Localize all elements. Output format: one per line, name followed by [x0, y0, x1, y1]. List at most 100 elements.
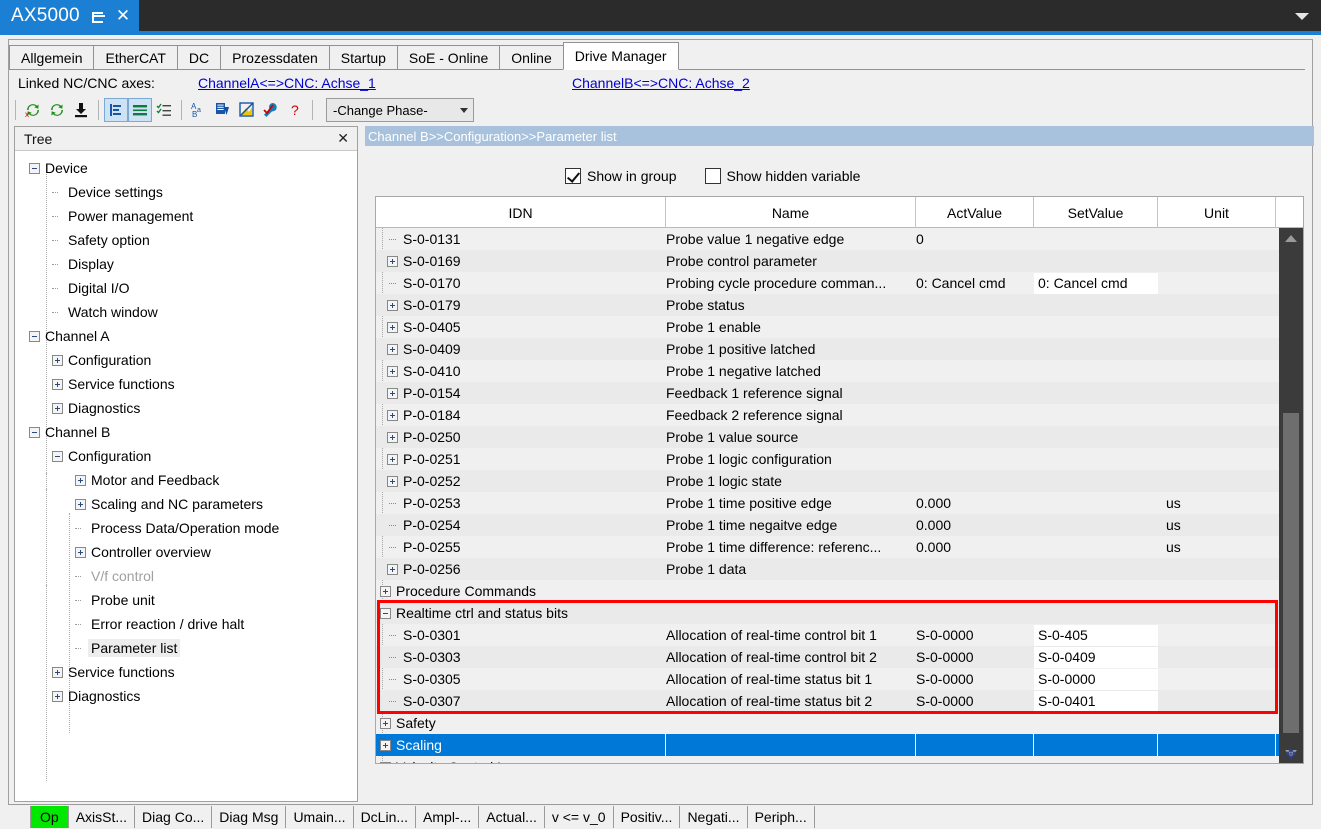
pin-icon[interactable] [90, 8, 106, 24]
tree-toggle-expand-icon[interactable] [52, 354, 63, 366]
row-toggle-expand-icon[interactable] [387, 563, 398, 575]
table-row[interactable]: Procedure Commands [376, 580, 1303, 602]
resize-grip-icon[interactable]: ✥ [1283, 746, 1299, 762]
table-row[interactable]: P-0-0154 Feedback 1 reference signal [376, 382, 1303, 404]
tree-toggle-expand-icon[interactable] [52, 666, 63, 678]
refresh-green-icon[interactable] [45, 98, 69, 122]
row-toggle-expand-icon[interactable] [380, 585, 391, 597]
tree-item-configuration[interactable]: Configuration [15, 348, 357, 372]
table-row[interactable]: P-0-0253 Probe 1 time positive edge 0.000 u… [376, 492, 1303, 514]
row-toggle-expand-icon[interactable] [387, 453, 398, 465]
setvalue-input[interactable]: 0: Cancel cmd [1034, 272, 1158, 294]
tree-toggle-expand-icon[interactable] [75, 474, 86, 486]
tree-item-watch-window[interactable]: Watch window [15, 300, 357, 324]
tree-item-scaling-and-nc-parameters[interactable]: Scaling and NC parameters [15, 492, 357, 516]
tree-item-v-f-control[interactable]: V/f control [15, 564, 357, 588]
tree-toggle-collapse-icon[interactable] [29, 162, 40, 174]
status-cell-v-v-0[interactable]: v <= v_0 [545, 806, 614, 828]
setvalue-input[interactable]: S-0-0409 [1034, 646, 1158, 668]
tree-toggle-expand-icon[interactable] [52, 402, 63, 414]
cell-setvalue[interactable]: S-0-0000 [1034, 668, 1158, 690]
close-icon[interactable]: ✕ [337, 130, 349, 147]
wrench-icon[interactable] [259, 98, 283, 122]
link-channel-b-axis[interactable]: ChannelB<=>CNC: Achse_2 [572, 75, 750, 91]
tree-item-display[interactable]: Display [15, 252, 357, 276]
table-row[interactable]: S-0-0410 Probe 1 negative latched [376, 360, 1303, 382]
table-row[interactable]: S-0-0303 Allocation of real-time control … [376, 646, 1303, 668]
tab-startup[interactable]: Startup [328, 45, 398, 70]
table-row[interactable]: P-0-0251 Probe 1 logic configuration [376, 448, 1303, 470]
row-toggle-expand-icon[interactable] [387, 299, 398, 311]
table-row[interactable]: Scaling [376, 734, 1303, 756]
tree-toggle-collapse-icon[interactable] [52, 450, 63, 462]
link-channel-a-axis[interactable]: ChannelA<=>CNC: Achse_1 [198, 75, 376, 91]
table-row[interactable]: S-0-0305 Allocation of real-time status b… [376, 668, 1303, 690]
tree-toggle-expand-icon[interactable] [75, 498, 86, 510]
tree-item-channel-b[interactable]: Channel B [15, 420, 357, 444]
tree-item-error-reaction-drive-halt[interactable]: Error reaction / drive halt [15, 612, 357, 636]
tree-item-configuration[interactable]: Configuration [15, 444, 357, 468]
tree-item-safety-option[interactable]: Safety option [15, 228, 357, 252]
tab-prozessdaten[interactable]: Prozessdaten [220, 45, 330, 70]
status-cell-op[interactable]: Op [30, 806, 69, 828]
tab-ethercat[interactable]: EtherCAT [93, 45, 178, 70]
checkbox-show-hidden-variable[interactable]: Show hidden variable [704, 168, 860, 184]
caret-down-icon[interactable] [1295, 13, 1309, 20]
table-row[interactable]: P-0-0255 Probe 1 time difference: referen… [376, 536, 1303, 558]
tree-toggle-collapse-icon[interactable] [29, 330, 40, 342]
row-toggle-expand-icon[interactable] [380, 761, 391, 763]
tree-item-service-functions[interactable]: Service functions [15, 372, 357, 396]
status-cell-diag-co[interactable]: Diag Co... [135, 806, 213, 828]
row-toggle-expand-icon[interactable] [387, 431, 398, 443]
flag-icon[interactable] [235, 98, 259, 122]
status-cell-ampl[interactable]: Ampl-... [416, 806, 480, 828]
table-row[interactable]: S-0-0131 Probe value 1 negative edge 0 [376, 228, 1303, 250]
cell-setvalue[interactable]: 0: Cancel cmd [1034, 272, 1158, 294]
status-cell-diag-msg[interactable]: Diag Msg [212, 806, 287, 828]
tree-toggle-expand-icon[interactable] [52, 690, 63, 702]
table-row[interactable]: S-0-0307 Allocation of real-time status b… [376, 690, 1303, 712]
row-toggle-expand-icon[interactable] [387, 387, 398, 399]
status-cell-periph[interactable]: Periph... [748, 806, 815, 828]
cell-setvalue[interactable]: S-0-0401 [1034, 690, 1158, 712]
table-row[interactable]: P-0-0250 Probe 1 value source [376, 426, 1303, 448]
status-cell-axisst[interactable]: AxisSt... [69, 806, 136, 828]
checklist-icon[interactable] [152, 98, 176, 122]
cell-setvalue[interactable]: S-0-0409 [1034, 646, 1158, 668]
sort-az-icon[interactable]: AaB [187, 98, 211, 122]
table-row[interactable]: P-0-0254 Probe 1 time negaitve edge 0.000 u… [376, 514, 1303, 536]
tree-item-service-functions[interactable]: Service functions [15, 660, 357, 684]
table-row[interactable]: P-0-0256 Probe 1 data [376, 558, 1303, 580]
tree-item-channel-a[interactable]: Channel A [15, 324, 357, 348]
setvalue-input[interactable]: S-0-405 [1034, 624, 1158, 646]
tree-item-process-data-operation-mode[interactable]: Process Data/Operation mode [15, 516, 357, 540]
table-row[interactable]: P-0-0252 Probe 1 logic state [376, 470, 1303, 492]
row-toggle-expand-icon[interactable] [387, 321, 398, 333]
status-cell-positiv[interactable]: Positiv... [614, 806, 681, 828]
table-row[interactable]: S-0-0405 Probe 1 enable [376, 316, 1303, 338]
table-row[interactable]: S-0-0170 Probing cycle procedure comman..… [376, 272, 1303, 294]
table-row[interactable]: S-0-0301 Allocation of real-time control … [376, 624, 1303, 646]
export-down-icon[interactable] [211, 98, 235, 122]
tree-item-device-settings[interactable]: Device settings [15, 180, 357, 204]
column-header-idn[interactable]: IDN [376, 197, 666, 228]
tab-drive-manager[interactable]: Drive Manager [562, 42, 679, 70]
row-toggle-expand-icon[interactable] [380, 739, 391, 751]
column-header-name[interactable]: Name [666, 197, 916, 228]
tree-item-digital-i-o[interactable]: Digital I/O [15, 276, 357, 300]
cell-setvalue[interactable]: S-0-405 [1034, 624, 1158, 646]
checkbox-icon-checked[interactable] [565, 168, 581, 184]
row-toggle-expand-icon[interactable] [380, 717, 391, 729]
tab-dc[interactable]: DC [176, 45, 222, 70]
status-cell-umain[interactable]: Umain... [286, 806, 354, 828]
download-icon[interactable] [69, 98, 93, 122]
tab-allgemein[interactable]: Allgemein [9, 45, 95, 70]
row-toggle-expand-icon[interactable] [387, 343, 398, 355]
table-row[interactable]: P-0-0184 Feedback 2 reference signal [376, 404, 1303, 426]
column-header-unit[interactable]: Unit [1158, 197, 1276, 228]
tree-toggle-expand-icon[interactable] [52, 378, 63, 390]
tree-item-device[interactable]: Device [15, 156, 357, 180]
tab-soe-online[interactable]: SoE - Online [396, 45, 501, 70]
tree-item-diagnostics[interactable]: Diagnostics [15, 396, 357, 420]
row-toggle-expand-icon[interactable] [387, 365, 398, 377]
